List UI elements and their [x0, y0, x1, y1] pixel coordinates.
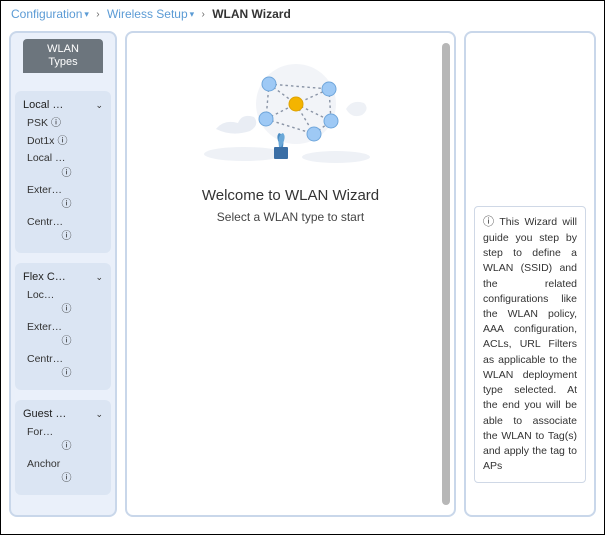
sidebar-item-guest-anchor-label: Anchor [27, 458, 103, 471]
group-flex-header[interactable]: Flex C… ⌄ [21, 269, 105, 287]
sidebar-item-flex-local[interactable]: Loc… ⓘ [21, 287, 105, 319]
breadcrumb-current: WLAN Wizard [212, 7, 291, 21]
info-icon: ⓘ [62, 336, 72, 347]
info-panel: ⓘThis Wizard will guide you step by step… [464, 31, 596, 517]
breadcrumb-configuration[interactable]: Configuration▾ [11, 7, 92, 21]
network-illustration [196, 49, 386, 169]
network-globe-icon [196, 49, 386, 169]
sidebar-item-dot1x[interactable]: Dot1xⓘ [21, 133, 105, 151]
page-subtitle: Select a WLAN type to start [217, 210, 364, 224]
info-icon: ⓘ [62, 441, 72, 452]
chevron-down-icon: ⌄ [95, 272, 103, 283]
group-local-title: Local … [23, 99, 63, 111]
info-icon: ⓘ [62, 473, 72, 484]
chevron-right-icon: › [202, 9, 205, 20]
tab-wlan-types[interactable]: WLAN Types [23, 39, 103, 73]
caret-down-icon: ▾ [190, 9, 195, 19]
main-panel: Welcome to WLAN Wizard Select a WLAN typ… [125, 31, 456, 517]
scrollbar-vertical[interactable] [442, 43, 450, 505]
sidebar: WLAN Types Local … ⌄ PSKⓘ Dot1xⓘ Local …… [9, 31, 117, 517]
tab-wlan-types-line2: Types [31, 56, 95, 69]
tab-wlan-types-line1: WLAN [31, 43, 95, 56]
group-guest-title: Guest … [23, 408, 66, 420]
info-icon: ⓘ [62, 168, 72, 179]
info-icon: ⓘ [62, 304, 72, 315]
breadcrumb-wireless-setup-label: Wireless Setup [107, 7, 188, 21]
sidebar-item-flex-central[interactable]: Centr… ⓘ [21, 351, 105, 383]
page-title: Welcome to WLAN Wizard [202, 187, 379, 204]
info-text: This Wizard will guide you step by step … [483, 216, 577, 472]
chevron-down-icon: ⌄ [95, 409, 103, 420]
caret-down-icon: ▾ [84, 9, 89, 19]
info-icon: ⓘ [483, 216, 496, 228]
info-icon: ⓘ [57, 136, 67, 147]
breadcrumb-wireless-setup[interactable]: Wireless Setup▾ [107, 7, 198, 21]
group-local: Local … ⌄ PSKⓘ Dot1xⓘ Local … ⓘ Exter… ⓘ… [15, 91, 111, 253]
main-layout: WLAN Types Local … ⌄ PSKⓘ Dot1xⓘ Local …… [1, 25, 604, 525]
group-guest-header[interactable]: Guest … ⌄ [21, 406, 105, 424]
sidebar-item-flex-local-label: Loc… [27, 289, 103, 302]
sidebar-item-local-web[interactable]: Local … ⓘ [21, 150, 105, 182]
info-icon: ⓘ [62, 231, 72, 242]
group-flex: Flex C… ⌄ Loc… ⓘ Exter… ⓘ Centr… ⓘ [15, 263, 111, 390]
sidebar-item-external-web[interactable]: Exter… ⓘ [21, 182, 105, 214]
info-icon: ⓘ [51, 118, 61, 129]
chevron-down-icon: ⌄ [95, 100, 103, 111]
info-icon: ⓘ [62, 199, 72, 210]
sidebar-item-guest-anchor[interactable]: Anchor ⓘ [21, 456, 105, 488]
sidebar-item-flex-external-label: Exter… [27, 321, 103, 334]
sidebar-item-psk-label: PSK [27, 117, 48, 129]
sidebar-item-flex-central-label: Centr… [27, 353, 103, 366]
group-guest: Guest … ⌄ For… ⓘ Anchor ⓘ [15, 400, 111, 495]
chevron-right-icon: › [96, 9, 99, 20]
info-icon: ⓘ [62, 368, 72, 379]
sidebar-item-psk[interactable]: PSKⓘ [21, 115, 105, 133]
breadcrumb-configuration-label: Configuration [11, 7, 82, 21]
sidebar-item-dot1x-label: Dot1x [27, 135, 54, 147]
sidebar-item-central-web-label: Centr… [27, 216, 103, 229]
sidebar-item-guest-foreign-label: For… [27, 426, 103, 439]
group-flex-title: Flex C… [23, 271, 66, 283]
info-box: ⓘThis Wizard will guide you step by step… [474, 206, 586, 483]
breadcrumb: Configuration▾ › Wireless Setup▾ › WLAN … [1, 1, 604, 25]
sidebar-item-guest-foreign[interactable]: For… ⓘ [21, 424, 105, 456]
sidebar-item-central-web[interactable]: Centr… ⓘ [21, 214, 105, 246]
sidebar-item-local-web-label: Local … [27, 152, 103, 165]
sidebar-item-external-web-label: Exter… [27, 184, 103, 197]
group-local-header[interactable]: Local … ⌄ [21, 97, 105, 115]
sidebar-item-flex-external[interactable]: Exter… ⓘ [21, 319, 105, 351]
